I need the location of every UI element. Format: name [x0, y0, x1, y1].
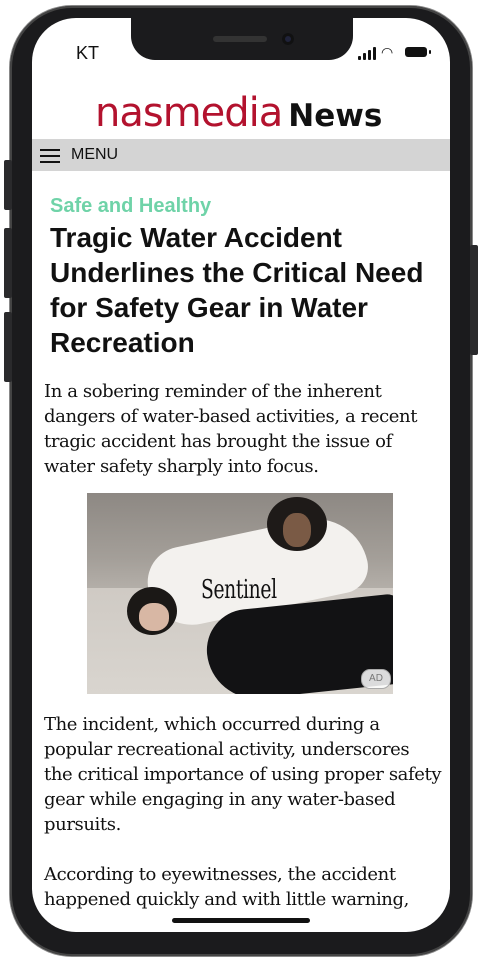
mute-switch [4, 160, 12, 210]
speaker-grille [213, 36, 267, 42]
ad-brand-text: Sentinel [201, 575, 277, 605]
status-icons: ◠ [358, 44, 434, 60]
article-paragraph: The incident, which occurred during a po… [44, 714, 442, 835]
ad-badge[interactable]: AD [361, 669, 391, 689]
power-button [470, 245, 478, 355]
article-headline: Tragic Water Accident Underlines the Cri… [50, 222, 424, 358]
article-category[interactable]: Safe and Healthy [50, 195, 211, 218]
front-camera [282, 33, 294, 45]
battery-icon [405, 47, 431, 57]
notch [131, 18, 353, 60]
volume-down-button [4, 312, 12, 382]
site-logo[interactable]: nasmedia News [95, 90, 382, 136]
volume-up-button [4, 228, 12, 298]
ad-photo-model-1-face [283, 513, 311, 547]
hamburger-icon[interactable] [40, 149, 60, 163]
menu-bar[interactable]: MENU [32, 139, 450, 171]
article-paragraph: According to eyewitnesses, the accident … [44, 864, 409, 910]
advertisement-banner[interactable]: Sentinel AD [87, 493, 393, 694]
logo-news: News [288, 98, 383, 134]
carrier-label: KT [76, 43, 100, 63]
article-paragraph: In a sobering reminder of the inherent d… [44, 381, 418, 477]
home-indicator[interactable] [172, 918, 310, 923]
wifi-icon: ◠ [381, 44, 394, 60]
phone-screen: KT ◠ nasmedia News MENU Safe and Healthy … [32, 18, 450, 932]
ad-photo-model-2-face [139, 603, 169, 631]
logo-brand: nasmedia [95, 90, 283, 136]
menu-label[interactable]: MENU [71, 146, 118, 164]
